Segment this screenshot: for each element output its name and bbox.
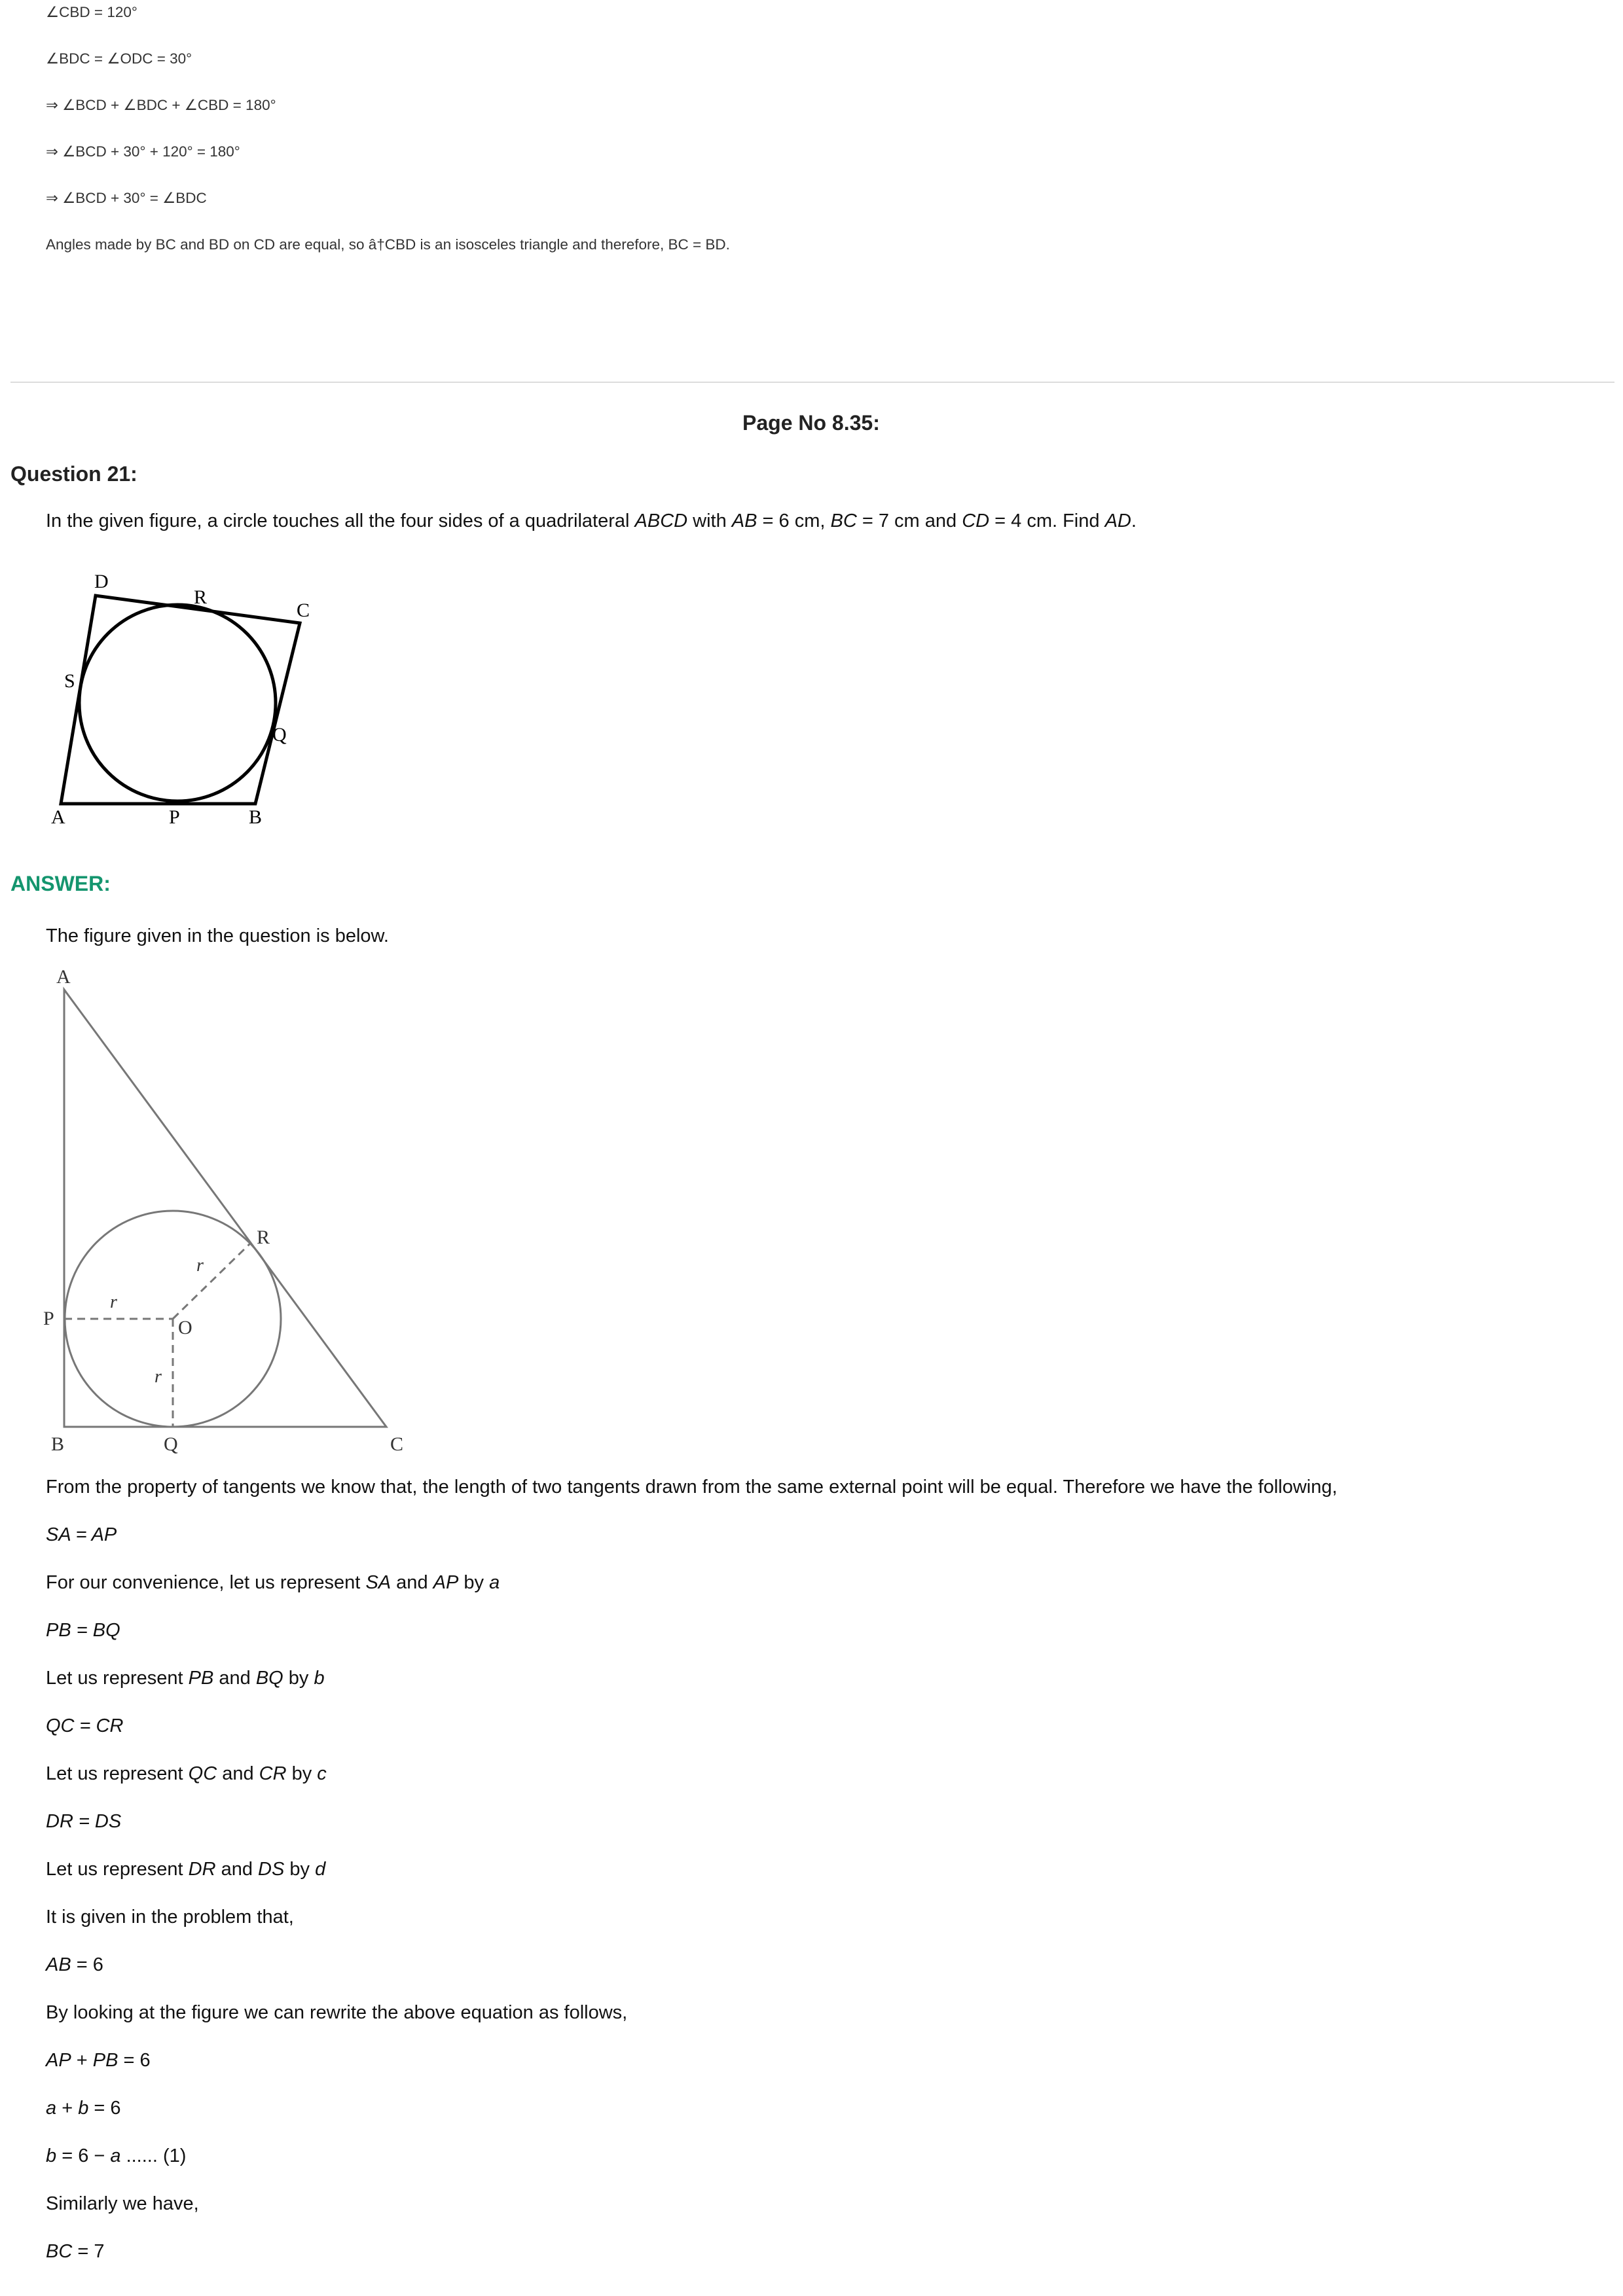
label-c: C	[390, 1433, 403, 1455]
label-o: O	[178, 1317, 192, 1338]
property-text: From the property of tangents we know th…	[46, 1477, 1338, 1498]
rep-c: Let us represent QC and CR by c	[46, 1763, 327, 1784]
label-r-op: r	[110, 1292, 117, 1312]
label-s: S	[64, 670, 75, 692]
quadrilateral-abcd	[59, 594, 302, 806]
quadrilateral-figure: D R C S Q A P B	[51, 571, 310, 828]
label-d: D	[94, 571, 109, 592]
eq-bc: BC = 7	[46, 2241, 105, 2262]
label-q: Q	[272, 724, 287, 745]
given-text: It is given in the problem that,	[46, 1907, 294, 1928]
eq-a-b: a + b = 6	[46, 2098, 121, 2119]
radius-or	[172, 1242, 252, 1320]
label-p: P	[43, 1308, 54, 1329]
label-a: A	[51, 806, 65, 828]
label-r: R	[257, 1227, 270, 1248]
rewrite-text: By looking at the figure we can rewrite …	[46, 2002, 628, 2023]
triangle-figure: A R P O r r r B Q C	[43, 966, 403, 1455]
eq-ap-pb: AP + PB = 6	[46, 2050, 151, 2071]
similarly-text: Similarly we have,	[46, 2193, 199, 2214]
label-b: B	[51, 1433, 64, 1455]
eq-pb-bq: PB = BQ	[46, 1620, 120, 1641]
triangle-abc	[63, 986, 388, 1428]
eq-ab: AB = 6	[46, 1954, 103, 1975]
rep-a: For our convenience, let us represent SA…	[46, 1572, 500, 1593]
rep-b: Let us represent PB and BQ by b	[46, 1668, 325, 1689]
eq-dr-ds: DR = DS	[46, 1811, 122, 1832]
label-a: A	[56, 966, 71, 988]
eq-sa-ap: SA = AP	[46, 1524, 117, 1545]
rep-d: Let us represent DR and DS by d	[46, 1859, 326, 1880]
label-r: R	[194, 586, 207, 608]
label-b: B	[249, 806, 262, 828]
label-r-or: r	[196, 1255, 204, 1276]
label-p: P	[169, 806, 180, 828]
label-q: Q	[164, 1433, 178, 1455]
page-label: Page No 8.35:	[742, 411, 880, 435]
answer-title: ANSWER:	[10, 872, 111, 895]
label-c: C	[297, 600, 310, 621]
eq-b: b = 6 − a ...... (1)	[46, 2145, 187, 2166]
eq-qc-cr: QC = CR	[46, 1715, 124, 1736]
label-r-oq: r	[155, 1367, 162, 1387]
incircle	[77, 603, 278, 803]
